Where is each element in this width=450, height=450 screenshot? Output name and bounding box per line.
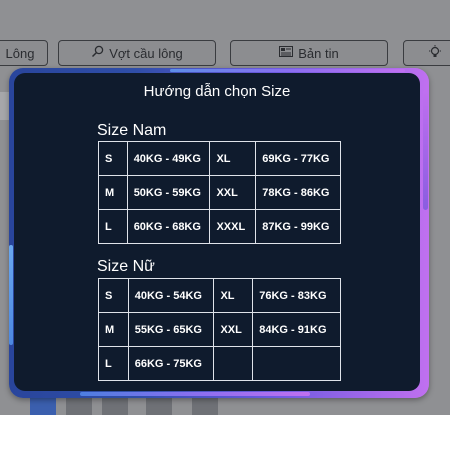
- weight-cell: 87KG - 99KG: [255, 209, 341, 244]
- modal-accent-bottom: [80, 392, 310, 396]
- size-cell: S: [98, 141, 128, 176]
- weight-cell: 60KG - 68KG: [126, 209, 211, 244]
- size-cell: XXL: [213, 312, 254, 347]
- section-title-size-nu: Size Nữ: [97, 258, 155, 275]
- table-row: S 40KG - 54KG XL 76KG - 83KG: [98, 278, 341, 313]
- size-cell: L: [98, 209, 128, 244]
- table-row: M 55KG - 65KG XXL 84KG - 91KG: [98, 312, 341, 347]
- weight-cell: [252, 346, 341, 381]
- table-row: S 40KG - 49KG XL 69KG - 77KG: [98, 141, 341, 176]
- weight-cell: 50KG - 59KG: [126, 175, 211, 210]
- modal-accent-left: [9, 245, 13, 345]
- weight-cell: 84KG - 91KG: [252, 312, 341, 347]
- size-table-nu: S 40KG - 54KG XL 76KG - 83KG M 55KG - 65…: [98, 278, 341, 381]
- weight-cell: 69KG - 77KG: [255, 141, 341, 176]
- size-cell: S: [98, 278, 129, 313]
- size-table-nam: S 40KG - 49KG XL 69KG - 77KG M 50KG - 59…: [98, 141, 341, 244]
- newspaper-icon: [279, 46, 294, 60]
- lightbulb-icon: [428, 44, 442, 62]
- weight-cell: 40KG - 54KG: [127, 278, 215, 313]
- nav-item-long[interactable]: Lông: [0, 40, 48, 66]
- weight-cell: 66KG - 75KG: [127, 346, 215, 381]
- weight-cell: 40KG - 49KG: [126, 141, 211, 176]
- nav-item-ban-tin[interactable]: Bản tin: [230, 40, 388, 66]
- size-cell: L: [98, 346, 129, 381]
- size-cell: XXL: [209, 175, 257, 210]
- weight-cell: 78KG - 86KG: [255, 175, 341, 210]
- size-cell: XL: [209, 141, 257, 176]
- weight-cell: 55KG - 65KG: [127, 312, 215, 347]
- weight-cell: 76KG - 83KG: [252, 278, 341, 313]
- size-cell: XL: [213, 278, 254, 313]
- table-row: L 60KG - 68KG XXXL 87KG - 99KG: [98, 209, 341, 244]
- size-cell: XXXL: [209, 209, 257, 244]
- modal-accent-top: [170, 69, 405, 72]
- table-row: L 66KG - 75KG: [98, 346, 341, 381]
- size-cell: M: [98, 175, 128, 210]
- size-cell: M: [98, 312, 129, 347]
- modal-title: Hướng dẫn chọn Size: [143, 83, 291, 100]
- nav-item-label: Lông: [5, 45, 35, 61]
- nav-item-label: Vợt cầu lông: [109, 45, 183, 61]
- search-icon: [91, 45, 104, 61]
- nav-item-vot-cau-long[interactable]: Vợt cầu lông: [58, 40, 216, 66]
- nav-item-label: Bản tin: [298, 45, 339, 61]
- table-row: M 50KG - 59KG XXL 78KG - 86KG: [98, 175, 341, 210]
- section-title-size-nam: Size Nam: [97, 122, 167, 139]
- modal-accent-right: [423, 90, 428, 210]
- nav-item-tips[interactable]: [403, 40, 450, 66]
- size-cell: [213, 346, 254, 381]
